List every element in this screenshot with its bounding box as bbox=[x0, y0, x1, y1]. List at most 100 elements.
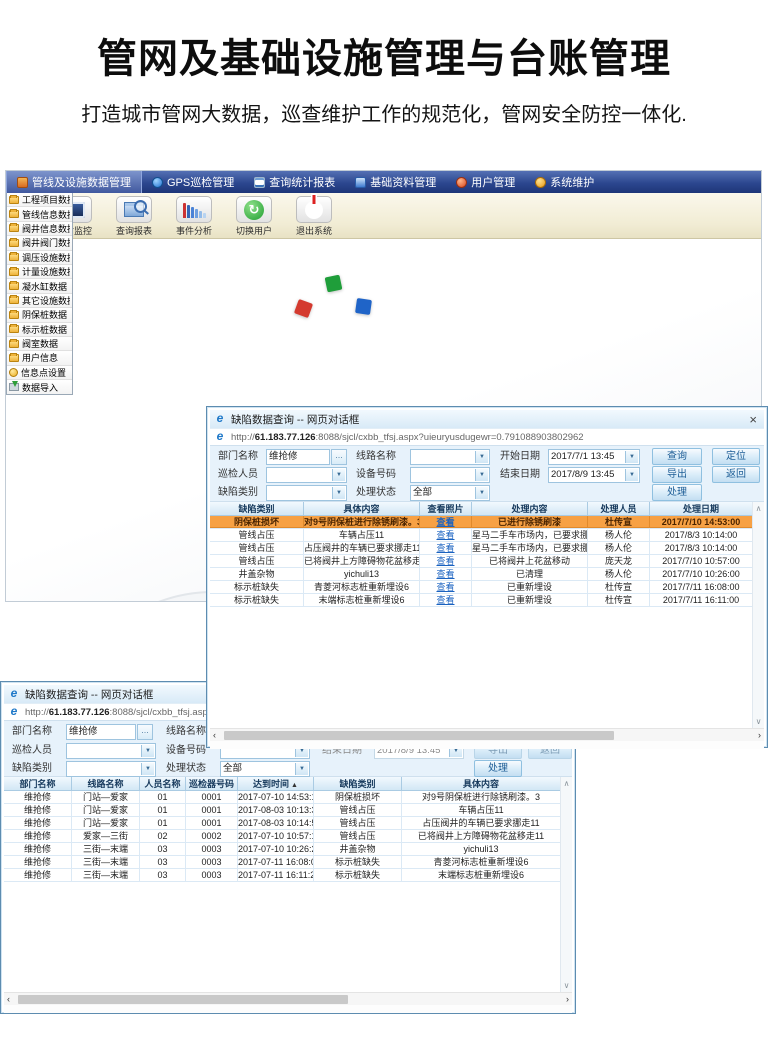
view-photo-link[interactable]: 查看 bbox=[436, 556, 454, 566]
menu-tab-base-data[interactable]: 基础资料管理 bbox=[345, 171, 446, 193]
scroll-right-arrow[interactable]: › bbox=[566, 993, 569, 1006]
dept-input[interactable]: 维抢修 bbox=[266, 449, 330, 465]
handle-button[interactable]: 处理 bbox=[474, 760, 522, 777]
table-row[interactable]: 管线占压车辆占压11查看星马二手车市场内，已要求挪车。杨人伦2017/8/3 1… bbox=[210, 529, 752, 542]
column-header[interactable]: 处理内容 bbox=[472, 502, 588, 515]
sidebar-item[interactable]: 用户信息 bbox=[7, 351, 72, 365]
chevron-down-icon[interactable]: ▼ bbox=[332, 487, 345, 499]
sidebar-item[interactable]: 管线信息数据 bbox=[7, 207, 72, 221]
close-icon[interactable]: × bbox=[746, 412, 760, 427]
horizontal-scrollbar[interactable]: ‹ › bbox=[4, 992, 572, 1005]
defect-type-select[interactable]: ▼ bbox=[266, 485, 347, 501]
sidebar-item[interactable]: 工程项目数据 bbox=[7, 193, 72, 207]
sidebar-item[interactable]: 信息点设置 bbox=[7, 366, 72, 380]
toolbar-item-exit-system[interactable]: 退出系统 bbox=[288, 196, 340, 237]
table-row[interactable]: 维抢修门站—爱家0100012017-08-03 10:14:55管线占压占压阀… bbox=[4, 817, 560, 830]
scrollbar-thumb[interactable] bbox=[224, 731, 614, 740]
chevron-down-icon[interactable]: ▼ bbox=[475, 469, 488, 481]
view-photo-link[interactable]: 查看 bbox=[436, 517, 454, 527]
column-header[interactable]: 达到时间▲ bbox=[238, 777, 314, 790]
scroll-down-arrow[interactable]: ∨ bbox=[753, 717, 764, 726]
vertical-scrollbar[interactable]: ∧ ∨ bbox=[752, 502, 764, 728]
view-photo-link[interactable]: 查看 bbox=[436, 582, 454, 592]
table-row[interactable]: 标示桩缺失青菱河标志桩重新埋设6查看已重新埋设杜传宣2017/7/11 16:0… bbox=[210, 581, 752, 594]
table-row[interactable]: 维抢修门站—爱家0100012017-08-03 10:13:34管线占压车辆占… bbox=[4, 804, 560, 817]
sidebar-item[interactable]: 阴保桩数据 bbox=[7, 308, 72, 322]
sidebar-item[interactable]: 阀井阀门数据 bbox=[7, 236, 72, 250]
table-row[interactable]: 维抢修三街—末端0300032017-07-11 16:11:26标示桩缺失末端… bbox=[4, 869, 560, 882]
person-select[interactable]: ▼ bbox=[66, 743, 156, 759]
scroll-up-arrow[interactable]: ∧ bbox=[753, 504, 764, 513]
sidebar-item[interactable]: 其它设施数据 bbox=[7, 294, 72, 308]
scroll-up-arrow[interactable]: ∧ bbox=[561, 779, 572, 788]
table-row[interactable]: 管线占压已将阀井上方障碍物花盆移走11查看已将阀井上花盆移动庞天龙2017/7/… bbox=[210, 555, 752, 568]
table-row[interactable]: 井盖杂物yichuli13查看已清理杨人伦2017/7/10 10:26:00 bbox=[210, 568, 752, 581]
scrollbar-thumb[interactable] bbox=[18, 995, 348, 1004]
sidebar-item[interactable]: 阀室数据 bbox=[7, 337, 72, 351]
chevron-down-icon[interactable]: ▼ bbox=[475, 451, 488, 463]
column-header[interactable]: 查看照片 bbox=[420, 502, 472, 515]
sidebar-item[interactable]: 计量设施数据 bbox=[7, 265, 72, 279]
table-row[interactable]: 维抢修三街—末端0300032017-07-11 16:08:01标示桩缺失青菱… bbox=[4, 856, 560, 869]
column-header[interactable]: 缺陷类别 bbox=[314, 777, 402, 790]
locate-button[interactable]: 定位 bbox=[712, 448, 760, 465]
view-photo-link[interactable]: 查看 bbox=[436, 595, 454, 605]
defect-type-select[interactable]: ▼ bbox=[66, 761, 156, 777]
sidebar-item[interactable]: 阀井信息数据 bbox=[7, 222, 72, 236]
vertical-scrollbar[interactable]: ∧ ∨ bbox=[560, 777, 572, 992]
export-button[interactable]: 导出 bbox=[652, 466, 702, 483]
column-header[interactable]: 具体内容 bbox=[304, 502, 420, 515]
menu-tab-users[interactable]: 用户管理 bbox=[446, 171, 525, 193]
column-header[interactable]: 部门名称 bbox=[4, 777, 72, 790]
status-select[interactable]: 全部▼ bbox=[410, 485, 490, 501]
dialog-titlebar[interactable]: e 缺陷数据查询 -- 网页对话框 × bbox=[210, 410, 764, 428]
line-select[interactable]: ▼ bbox=[410, 449, 490, 465]
menu-tab-facility-data[interactable]: 管线及设施数据管理 bbox=[6, 171, 142, 193]
back-button[interactable]: 返回 bbox=[712, 466, 760, 483]
device-select[interactable]: ▼ bbox=[410, 467, 490, 483]
table-row[interactable]: 标示桩缺失末端标志桩重新埋设6查看已重新埋设杜传宣2017/7/11 16:11… bbox=[210, 594, 752, 607]
table-row[interactable]: 维抢修爱家—三街0200022017-07-10 10:57:18管线占压已将阀… bbox=[4, 830, 560, 843]
dept-input[interactable]: 维抢修 bbox=[66, 724, 136, 740]
dept-picker-button[interactable]: … bbox=[137, 724, 153, 740]
scroll-down-arrow[interactable]: ∨ bbox=[561, 981, 572, 990]
toolbar-item-query-report[interactable]: 查询报表 bbox=[108, 196, 160, 237]
scroll-right-arrow[interactable]: › bbox=[758, 729, 761, 742]
chevron-down-icon[interactable]: ▼ bbox=[625, 469, 638, 481]
sidebar-item[interactable]: 数据导入 bbox=[7, 380, 72, 394]
sidebar-item[interactable]: 调压设施数据 bbox=[7, 251, 72, 265]
handle-button[interactable]: 处理 bbox=[652, 484, 702, 501]
scroll-left-arrow[interactable]: ‹ bbox=[213, 729, 216, 742]
chevron-down-icon[interactable]: ▼ bbox=[141, 763, 154, 775]
table-row[interactable]: 阴保桩损坏对9号阴保桩进行除锈刷漆。3查看已进行除锈刷漆杜传宣2017/7/10… bbox=[210, 516, 752, 529]
column-header[interactable]: 处理人员 bbox=[588, 502, 650, 515]
chevron-down-icon[interactable]: ▼ bbox=[141, 745, 154, 757]
toolbar-item-switch-user[interactable]: ↻ 切换用户 bbox=[228, 196, 280, 237]
start-date-select[interactable]: 2017/7/1 13:45▼ bbox=[548, 449, 640, 465]
horizontal-scrollbar[interactable]: ‹ › bbox=[210, 728, 764, 741]
chevron-down-icon[interactable]: ▼ bbox=[332, 469, 345, 481]
column-header[interactable]: 具体内容 bbox=[402, 777, 560, 790]
table-row[interactable]: 维抢修门站—爱家0100012017-07-10 14:53:16阴保桩损坏对9… bbox=[4, 791, 560, 804]
toolbar-item-event-analysis[interactable]: 事件分析 bbox=[168, 196, 220, 237]
view-photo-link[interactable]: 查看 bbox=[436, 543, 454, 553]
view-photo-link[interactable]: 查看 bbox=[436, 569, 454, 579]
menu-tab-gps[interactable]: GPS巡检管理 bbox=[142, 171, 244, 193]
table-row[interactable]: 维抢修三街—末端0300032017-07-10 10:26:27井盖杂物yic… bbox=[4, 843, 560, 856]
sidebar-item[interactable]: 凝水缸数据 bbox=[7, 279, 72, 293]
status-select[interactable]: 全部▼ bbox=[220, 761, 310, 777]
column-header[interactable]: 处理日期 bbox=[650, 502, 752, 515]
table-row[interactable]: 管线占压占压阀井的车辆已要求挪走11查看星马二手车市场内，已要求挪车。杨人伦20… bbox=[210, 542, 752, 555]
end-date-select[interactable]: 2017/8/9 13:45▼ bbox=[548, 467, 640, 483]
chevron-down-icon[interactable]: ▼ bbox=[295, 763, 308, 775]
query-button[interactable]: 查询 bbox=[652, 448, 702, 465]
menu-tab-reports[interactable]: 查询统计报表 bbox=[244, 171, 345, 193]
chevron-down-icon[interactable]: ▼ bbox=[625, 451, 638, 463]
view-photo-link[interactable]: 查看 bbox=[436, 530, 454, 540]
scroll-left-arrow[interactable]: ‹ bbox=[7, 993, 10, 1006]
chevron-down-icon[interactable]: ▼ bbox=[475, 487, 488, 499]
column-header[interactable]: 线路名称 bbox=[72, 777, 140, 790]
column-header[interactable]: 巡检器号码 bbox=[186, 777, 238, 790]
column-header[interactable]: 缺陷类别 bbox=[210, 502, 304, 515]
person-select[interactable]: ▼ bbox=[266, 467, 347, 483]
